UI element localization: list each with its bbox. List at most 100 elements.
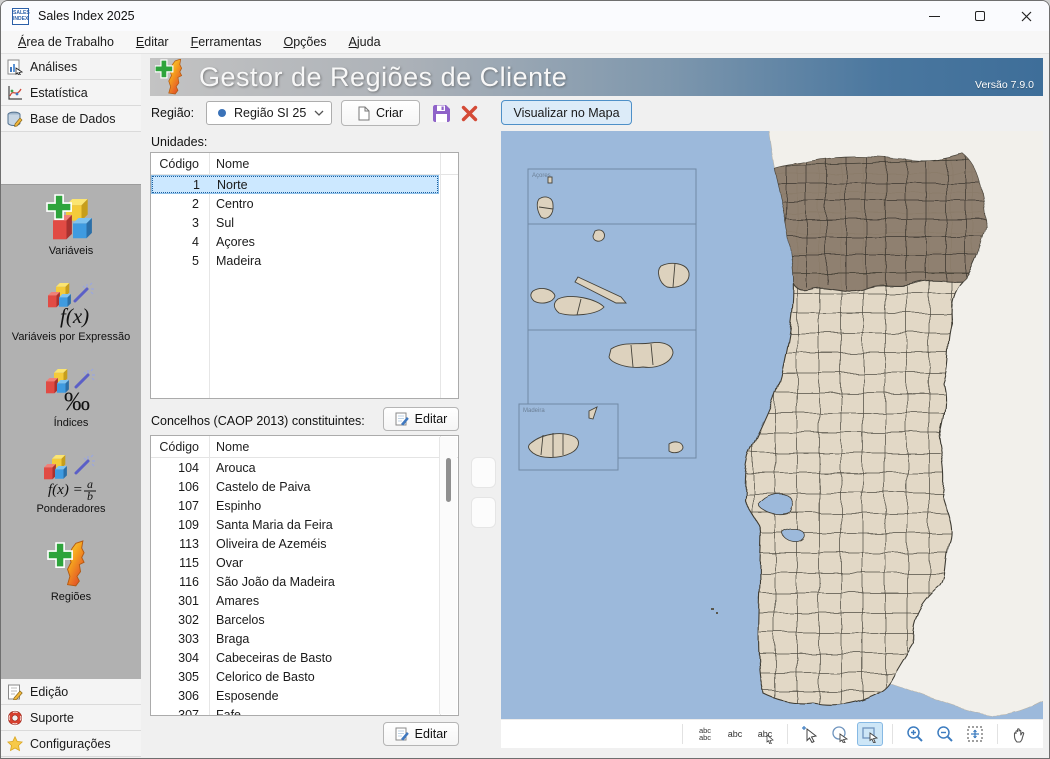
- region-select[interactable]: Região SI 25: [206, 101, 332, 125]
- pan-hand-icon: [1011, 725, 1029, 743]
- table-row[interactable]: 5Madeira: [151, 251, 439, 270]
- close-button[interactable]: [1003, 1, 1049, 31]
- close-icon: [1020, 10, 1033, 23]
- tool-variaveis[interactable]: Variáveis: [5, 194, 137, 280]
- scrollbar-thumb[interactable]: [446, 458, 451, 502]
- toolbar-separator: [997, 724, 998, 744]
- table-row[interactable]: 104Arouca: [151, 458, 439, 477]
- zoom-extent-tool[interactable]: [962, 722, 988, 746]
- select-pointer-icon: [801, 725, 819, 743]
- select-circle-icon: [831, 725, 849, 743]
- scatter-chart-icon: [7, 85, 23, 101]
- cubes-wand-fx-icon: f(x): [42, 280, 100, 328]
- zoom-in-tool[interactable]: [902, 722, 928, 746]
- sidebar-item-label: Base de Dados: [30, 112, 115, 126]
- sidebar-item-analises[interactable]: Análises: [1, 54, 141, 80]
- view-on-map-button[interactable]: Visualizar no Mapa: [501, 100, 632, 125]
- column-header-codigo: Código: [151, 157, 209, 171]
- create-region-label: Criar: [376, 106, 403, 120]
- splitter-button-1[interactable]: [471, 457, 496, 488]
- splitter-button-2[interactable]: [471, 497, 496, 528]
- menu-item-ferramentas[interactable]: Ferramentas: [182, 33, 271, 51]
- menu-item-opcoes[interactable]: Opções: [274, 33, 335, 51]
- select-circle-tool[interactable]: [827, 722, 853, 746]
- minimize-button[interactable]: [911, 1, 957, 31]
- delete-x-icon: [461, 105, 478, 122]
- edit-doc-icon: [7, 684, 23, 700]
- tool-ponderadores[interactable]: f(x) = a b Ponderadores: [5, 452, 137, 538]
- map-canvas[interactable]: Açores Madeira: [501, 131, 1043, 719]
- tool-variaveis-por-expressao[interactable]: f(x) Variáveis por Expressão: [5, 280, 137, 366]
- table-row[interactable]: 109Santa Maria da Feira: [151, 515, 439, 534]
- labels-tool[interactable]: abc: [722, 722, 748, 746]
- table-row[interactable]: 1Norte: [151, 175, 439, 194]
- select-pointer-tool[interactable]: [797, 722, 823, 746]
- pan-tool[interactable]: [1007, 722, 1033, 746]
- sidebar-item-estatistica[interactable]: Estatística: [1, 80, 141, 106]
- portugal-map: Açores Madeira: [501, 131, 1043, 719]
- table-row[interactable]: 302Barcelos: [151, 610, 439, 629]
- region-bullet-icon: [218, 109, 226, 117]
- table-row[interactable]: 2Centro: [151, 194, 439, 213]
- edit-concelhos-button-top[interactable]: Editar: [383, 407, 459, 431]
- sidebar-item-label: Estatística: [30, 86, 88, 100]
- table-row[interactable]: 113Oliveira de Azeméis: [151, 534, 439, 553]
- tool-indices[interactable]: ‰ Índices: [5, 366, 137, 452]
- table-row[interactable]: 3Sul: [151, 213, 439, 232]
- tool-regioes[interactable]: Regiões: [5, 538, 137, 624]
- zoom-out-tool[interactable]: [932, 722, 958, 746]
- table-row[interactable]: 115Ovar: [151, 553, 439, 572]
- cubes-wand-fraction-icon: f(x) = a b: [40, 452, 102, 500]
- sidebar-item-label: Análises: [30, 60, 77, 74]
- portugal-plus-icon: [155, 59, 189, 95]
- menu-item-editar[interactable]: Editar: [127, 33, 178, 51]
- database-icon: [7, 111, 23, 127]
- cubes-wand-permille-icon: ‰: [42, 366, 100, 414]
- table-row[interactable]: 106Castelo de Paiva: [151, 477, 439, 496]
- labels-select-tool[interactable]: abc: [752, 722, 778, 746]
- sidebar-item-configuracoes[interactable]: Configurações: [1, 731, 141, 757]
- svg-text:‰: ‰: [64, 387, 90, 414]
- menu-item-area-de-trabalho[interactable]: Área de Trabalho: [9, 33, 123, 51]
- bar-chart-cursor-icon: [7, 59, 23, 75]
- table-row[interactable]: 301Amares: [151, 591, 439, 610]
- table-row[interactable]: 307Fafe: [151, 705, 439, 716]
- base-de-dados-panel: Variáveis f(x) Variáveis por Expressão: [1, 184, 141, 731]
- map-toolbar: abcabc abc abc: [501, 719, 1043, 748]
- sidebar-item-suporte[interactable]: Suporte: [1, 705, 141, 731]
- menu-item-ajuda[interactable]: Ajuda: [340, 33, 390, 51]
- select-rectangle-tool[interactable]: [857, 722, 883, 746]
- sidebar: Análises Estatística Base de Dados: [1, 54, 141, 758]
- table-row[interactable]: 107Espinho: [151, 496, 439, 515]
- create-region-button[interactable]: Criar: [341, 100, 420, 126]
- labels-select-icon: abc: [758, 730, 773, 738]
- title-bar: SALESINDEX Sales Index 2025: [1, 1, 1049, 31]
- new-document-icon: [358, 106, 370, 121]
- norte-region-highlight: [771, 149, 991, 291]
- table-row[interactable]: 305Celorico de Basto: [151, 667, 439, 686]
- save-region-button[interactable]: [430, 102, 452, 124]
- table-row[interactable]: 116São João da Madeira: [151, 572, 439, 591]
- labels-all-tool[interactable]: abcabc: [692, 722, 718, 746]
- table-row[interactable]: 303Braga: [151, 629, 439, 648]
- column-header-nome: Nome: [209, 157, 249, 171]
- unidades-table: Código Nome 1Norte 2Centro 3Sul 4Açores …: [150, 152, 459, 399]
- scrollbar[interactable]: [439, 437, 457, 714]
- table-row[interactable]: 4Açores: [151, 232, 439, 251]
- table-row[interactable]: 306Esposende: [151, 686, 439, 705]
- edit-concelhos-button-bottom[interactable]: Editar: [383, 722, 459, 746]
- sidebar-item-base-de-dados[interactable]: Base de Dados: [1, 106, 141, 132]
- svg-text:b: b: [87, 489, 93, 500]
- edit-icon: [395, 727, 409, 741]
- maximize-button[interactable]: [957, 1, 1003, 31]
- application-window: SALESINDEX Sales Index 2025 Área de Trab…: [0, 0, 1050, 759]
- tool-label: Ponderadores: [36, 503, 105, 515]
- toolbar-separator: [787, 724, 788, 744]
- star-icon: [7, 736, 23, 752]
- column-header-codigo: Código: [151, 440, 209, 454]
- column-header-nome: Nome: [209, 440, 249, 454]
- delete-region-button[interactable]: [458, 102, 480, 124]
- module-banner: Gestor de Regiões de Cliente Versão 7.9.…: [150, 58, 1043, 96]
- sidebar-item-edicao[interactable]: Edição: [1, 679, 141, 705]
- table-row[interactable]: 304Cabeceiras de Basto: [151, 648, 439, 667]
